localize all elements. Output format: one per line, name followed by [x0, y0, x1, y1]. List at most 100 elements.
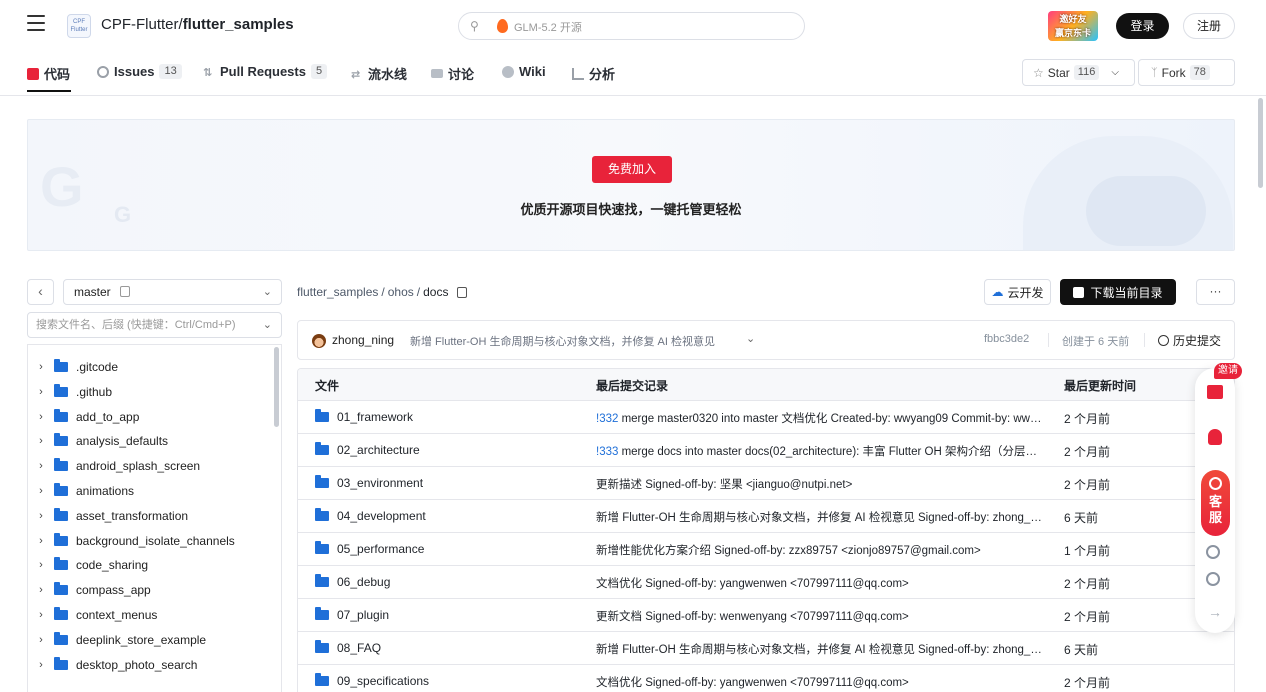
commit-message-cell[interactable]: 文档优化 Signed-off-by: yangwenwen <70799711…: [596, 674, 1044, 690]
cloud-dev-button[interactable]: ☁ 云开发: [984, 279, 1051, 305]
tree-item[interactable]: › background_isolate_channels: [28, 529, 235, 553]
tree-item[interactable]: › asset_transformation: [28, 504, 188, 528]
chevron-right-icon[interactable]: ›: [28, 535, 54, 547]
file-name[interactable]: 05_performance: [337, 542, 424, 556]
arrow-right-icon[interactable]: →: [1208, 604, 1222, 620]
tree-scrollbar[interactable]: [274, 347, 279, 427]
table-row[interactable]: 01_framework !332 merge master0320 into m…: [298, 401, 1234, 434]
register-button[interactable]: 注册: [1183, 13, 1235, 39]
file-name-cell[interactable]: 09_specifications: [315, 673, 429, 688]
more-options-button[interactable]: ···: [1196, 279, 1235, 305]
table-row[interactable]: 06_debug 文档优化 Signed-off-by: yangwenwen <…: [298, 566, 1234, 599]
file-name[interactable]: 08_FAQ: [337, 641, 381, 655]
collapse-tree-button[interactable]: ‹: [27, 279, 54, 305]
fork-button[interactable]: ᛉ Fork 78: [1138, 59, 1235, 86]
copy-icon[interactable]: [120, 286, 130, 297]
merge-request-link[interactable]: !333: [596, 446, 618, 458]
tree-item[interactable]: › compass_app: [28, 578, 151, 602]
file-name-cell[interactable]: 04_development: [315, 508, 426, 523]
file-name[interactable]: 06_debug: [337, 575, 390, 589]
file-name[interactable]: 02_architecture: [337, 443, 420, 457]
table-row[interactable]: 07_plugin 更新文档 Signed-off-by: wenwenyang …: [298, 599, 1234, 632]
chevron-right-icon[interactable]: ›: [28, 510, 54, 522]
tree-item[interactable]: › .gitcode: [28, 355, 118, 379]
tree-item[interactable]: › context_menus: [28, 603, 157, 627]
file-name-cell[interactable]: 07_plugin: [315, 607, 389, 622]
commit-message-cell[interactable]: !332 merge master0320 into master 文档优化 C…: [596, 410, 1044, 426]
table-row[interactable]: 08_FAQ 新增 Flutter-OH 生命周期与核心对象文档，并修复 AI 检…: [298, 632, 1234, 665]
commit-message-cell[interactable]: 更新描述 Signed-off-by: 坚果 <jianguo@nutpi.ne…: [596, 476, 1044, 492]
commit-message-cell[interactable]: 新增 Flutter-OH 生命周期与核心对象文档，并修复 AI 检视意见 Si…: [596, 641, 1044, 657]
tree-item[interactable]: › code_sharing: [28, 553, 148, 577]
chevron-right-icon[interactable]: ›: [28, 609, 54, 621]
avatar[interactable]: [312, 334, 326, 348]
file-name[interactable]: 03_environment: [337, 476, 423, 490]
customer-service-button[interactable]: 客 服: [1201, 470, 1230, 536]
merge-request-link[interactable]: !332: [596, 413, 618, 425]
tab-code[interactable]: 代码: [27, 64, 70, 83]
file-name-cell[interactable]: 01_framework: [315, 409, 413, 424]
file-name-cell[interactable]: 06_debug: [315, 574, 390, 589]
tree-item[interactable]: › android_splash_screen: [28, 454, 200, 478]
invite-badge[interactable]: 邀请: [1214, 363, 1242, 379]
history-commits-button[interactable]: 历史提交: [1158, 332, 1221, 349]
chevron-right-icon[interactable]: ›: [28, 584, 54, 596]
chevron-right-icon[interactable]: ›: [28, 634, 54, 646]
tree-item[interactable]: › add_to_app: [28, 405, 139, 429]
table-row[interactable]: 03_environment 更新描述 Signed-off-by: 坚果 <ji…: [298, 467, 1234, 500]
table-row[interactable]: 02_architecture !333 merge docs into mast…: [298, 434, 1234, 467]
tab-analysis[interactable]: 分析: [572, 64, 615, 83]
table-row[interactable]: 04_development 新增 Flutter-OH 生命周期与核心对象文档，…: [298, 500, 1234, 533]
tree-item[interactable]: › deeplink_store_example: [28, 628, 206, 652]
commit-message-cell[interactable]: !333 merge docs into master docs(02_arch…: [596, 443, 1044, 459]
commit-message[interactable]: 新增 Flutter-OH 生命周期与核心对象文档，并修复 AI 检视意见: [410, 333, 715, 349]
file-name-cell[interactable]: 05_performance: [315, 541, 424, 556]
chevron-right-icon[interactable]: ›: [28, 659, 54, 671]
smile-icon[interactable]: [1206, 572, 1220, 586]
invite-promo-banner[interactable]: 邀好友 赢京东卡: [1048, 11, 1098, 41]
file-name[interactable]: 09_specifications: [337, 674, 429, 688]
chevron-right-icon[interactable]: ›: [28, 559, 54, 571]
gift-icon[interactable]: [1207, 385, 1223, 399]
chevron-down-icon[interactable]: ⌵: [1111, 67, 1119, 78]
download-directory-button[interactable]: 下载当前目录: [1060, 279, 1176, 305]
chevron-right-icon[interactable]: ›: [28, 460, 54, 472]
commit-message-cell[interactable]: 更新文档 Signed-off-by: wenwenyang <70799711…: [596, 608, 1044, 624]
tab-pipeline[interactable]: ⇄ 流水线: [351, 64, 407, 83]
chevron-right-icon[interactable]: ›: [28, 411, 54, 423]
breadcrumb-link[interactable]: ohos: [388, 285, 414, 299]
file-name[interactable]: 07_plugin: [337, 608, 389, 622]
copy-path-icon[interactable]: [457, 286, 468, 298]
commit-message-cell[interactable]: 文档优化 Signed-off-by: yangwenwen <70799711…: [596, 575, 1044, 591]
file-name[interactable]: 01_framework: [337, 410, 413, 424]
chevron-down-icon[interactable]: ⌄: [263, 313, 272, 337]
chevron-right-icon[interactable]: ›: [28, 361, 54, 373]
file-name-cell[interactable]: 02_architecture: [315, 442, 420, 457]
chevron-right-icon[interactable]: ›: [28, 435, 54, 447]
global-search[interactable]: ⚲ GLM-5.2 开源: [458, 12, 805, 40]
tree-item[interactable]: › desktop_photo_search: [28, 653, 197, 677]
star-button[interactable]: ☆ Star 116 ⌵: [1022, 59, 1135, 86]
tab-issues[interactable]: Issues 13: [97, 64, 182, 79]
commit-hash[interactable]: fbbc3de2: [984, 333, 1029, 345]
repo-owner[interactable]: CPF-Flutter/: [101, 16, 183, 33]
login-button[interactable]: 登录: [1116, 13, 1169, 39]
table-row[interactable]: 05_performance 新增性能优化方案介绍 Signed-off-by: …: [298, 533, 1234, 566]
breadcrumb-link[interactable]: flutter_samples: [297, 285, 378, 299]
trophy-icon[interactable]: [1208, 429, 1222, 445]
menu-icon[interactable]: [27, 15, 45, 31]
table-row[interactable]: 09_specifications 文档优化 Signed-off-by: yan…: [298, 665, 1234, 692]
repo-name[interactable]: flutter_samples: [183, 16, 294, 33]
file-search-input[interactable]: 搜索文件名、后缀 (快捷键：Ctrl/Cmd+P) ⌄: [27, 312, 282, 338]
commit-author[interactable]: zhong_ning: [332, 333, 394, 347]
tab-pull-requests[interactable]: ⇅ Pull Requests 5: [203, 64, 328, 79]
join-free-button[interactable]: 免费加入: [592, 156, 672, 183]
tab-wiki[interactable]: Wiki: [502, 64, 546, 79]
commit-message-cell[interactable]: 新增性能优化方案介绍 Signed-off-by: zzx89757 <zion…: [596, 542, 1044, 558]
commit-message-cell[interactable]: 新增 Flutter-OH 生命周期与核心对象文档，并修复 AI 检视意见 Si…: [596, 509, 1044, 525]
page-scrollbar[interactable]: [1258, 98, 1263, 188]
file-name[interactable]: 04_development: [337, 509, 426, 523]
branch-selector[interactable]: master ⌄: [63, 279, 282, 305]
file-name-cell[interactable]: 08_FAQ: [315, 640, 381, 655]
file-name-cell[interactable]: 03_environment: [315, 475, 423, 490]
